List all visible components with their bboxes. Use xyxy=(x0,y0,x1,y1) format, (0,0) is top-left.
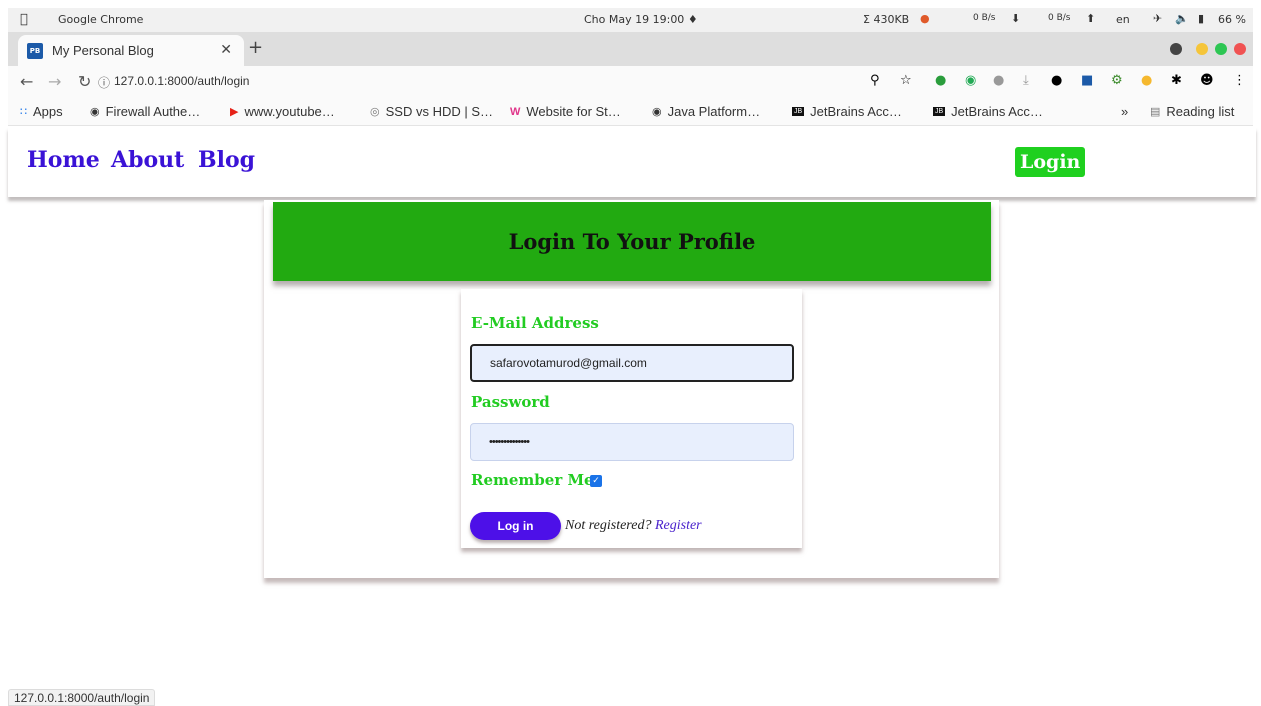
bookmark-star-icon[interactable]: ☆ xyxy=(900,73,912,88)
nav-home-link[interactable]: Home xyxy=(27,147,100,173)
bookmark-firewall[interactable]: ◉ Firewall Authe… xyxy=(90,104,200,119)
browser-tab[interactable]: PB My Personal Blog ✕ xyxy=(18,35,244,66)
email-label: E-Mail Address xyxy=(471,314,599,332)
status-bar-url: 127.0.0.1:8000/auth/login xyxy=(8,689,156,706)
avatar[interactable]: ☻ xyxy=(1200,73,1214,88)
language-indicator[interactable]: en xyxy=(1116,13,1130,26)
email-field[interactable]: safarovotamurod@gmail.com xyxy=(470,344,794,382)
browser-toolbar: ← → ↻ ⓘ 127.0.0.1:8000/auth/login ⚲ ☆ ● … xyxy=(8,66,1253,98)
bookmark-label: Firewall Authe… xyxy=(105,104,201,119)
battery-icon[interactable]: ▮ xyxy=(1198,12,1204,25)
datetime-text: Cho May 19 19:00 xyxy=(584,13,685,26)
close-tab-icon[interactable]: ✕ xyxy=(220,42,232,58)
active-app-name[interactable]: Google Chrome xyxy=(58,13,143,26)
os-top-bar:  Google Chrome Cho May 19 19:00 ♦ Σ 430… xyxy=(8,8,1253,32)
youtube-icon: ▶ xyxy=(230,106,239,118)
airplane-icon[interactable]: ✈ xyxy=(1153,12,1162,25)
login-submit-button[interactable]: Log in xyxy=(470,512,561,540)
bookmark-label: JetBrains Acc… xyxy=(810,104,902,119)
site-navbar: Home About Blog Login xyxy=(8,127,1256,197)
grammarly-icon[interactable]: ◉ xyxy=(965,73,976,88)
password-field[interactable]: •••••••••••••• xyxy=(470,423,794,461)
jetbrains-icon: JB xyxy=(792,107,805,116)
network-down-speed: 0 B/s xyxy=(1048,13,1071,23)
apple-icon[interactable]:  xyxy=(20,12,28,27)
bookmark-label: SSD vs HDD | S… xyxy=(385,104,493,119)
bookmark-java[interactable]: ◉ Java Platform… xyxy=(652,104,760,119)
nav-login-button[interactable]: Login xyxy=(1015,147,1086,177)
password-label: Password xyxy=(471,393,550,411)
globe-icon: ◉ xyxy=(652,106,662,118)
extension-icon[interactable]: ● xyxy=(1141,73,1152,88)
register-link[interactable]: Register xyxy=(655,518,702,533)
maximize-button[interactable] xyxy=(1215,43,1227,55)
forward-arrow-icon[interactable]: → xyxy=(48,72,61,91)
page-title: Login To Your Profile xyxy=(508,229,756,254)
bookmark-jetbrains-1[interactable]: JB JetBrains Acc… xyxy=(792,104,902,119)
apps-grid-icon: ∷ xyxy=(20,106,27,118)
address-bar[interactable]: 127.0.0.1:8000/auth/login xyxy=(114,74,249,88)
minimize-button[interactable] xyxy=(1196,43,1208,55)
arrow-up-icon: ⬆ xyxy=(1086,12,1096,25)
not-registered-text: Not registered? Register xyxy=(565,518,702,534)
volume-icon[interactable]: 🔈 xyxy=(1175,12,1189,25)
favicon-icon: PB xyxy=(27,42,43,59)
download-icon[interactable]: ⤓ xyxy=(1023,73,1029,88)
network-up-speed: 0 B/s xyxy=(973,13,996,23)
extension-icon[interactable]: ■ xyxy=(1081,73,1093,88)
bell-icon: ♦ xyxy=(687,13,698,26)
browser-tab-strip: PB My Personal Blog ✕ + xyxy=(8,32,1253,66)
tab-title: My Personal Blog xyxy=(52,43,154,58)
bookmark-youtube[interactable]: ▶ www.youtube… xyxy=(230,104,335,119)
bookmark-ssd[interactable]: ◎ SSD vs HDD | S… xyxy=(370,104,493,119)
login-form: E-Mail Address safarovotamurod@gmail.com… xyxy=(461,289,802,548)
reading-list-icon: ▤ xyxy=(1150,106,1161,118)
new-tab-plus-icon[interactable]: + xyxy=(248,37,263,58)
arrow-down-icon: ⬇ xyxy=(1011,12,1021,25)
nav-about-link[interactable]: About xyxy=(111,147,184,173)
bookmark-jetbrains-2[interactable]: JB JetBrains Acc… xyxy=(933,104,1043,119)
back-arrow-icon[interactable]: ← xyxy=(20,72,33,91)
bookmark-label: Apps xyxy=(33,104,63,119)
w-logo-icon: W xyxy=(510,105,521,118)
menu-dots-icon[interactable]: ⋮ xyxy=(1233,73,1246,88)
bookmark-label: www.youtube… xyxy=(244,104,335,119)
disk-icon: ◎ xyxy=(370,106,380,118)
key-icon[interactable]: ⚲ xyxy=(870,73,880,88)
extension-icon[interactable]: ● xyxy=(935,73,946,88)
reading-list-button[interactable]: ▤ Reading list xyxy=(1150,104,1234,119)
bookmark-website[interactable]: W Website for St… xyxy=(510,104,621,119)
extension-icon[interactable]: ● xyxy=(993,73,1004,88)
remember-me-checkbox[interactable]: ✓ xyxy=(590,475,602,487)
reload-icon[interactable]: ↻ xyxy=(78,72,91,91)
bookmark-label: Java Platform… xyxy=(667,104,761,119)
reading-list-label: Reading list xyxy=(1166,104,1235,119)
close-window-button[interactable] xyxy=(1234,43,1246,55)
remember-me-label: Remember Me xyxy=(471,471,594,489)
bookmark-label: Website for St… xyxy=(526,104,621,119)
info-icon[interactable]: ⓘ xyxy=(98,74,110,91)
nav-blog-link[interactable]: Blog xyxy=(198,147,255,173)
globe-icon: ◉ xyxy=(90,106,100,118)
puzzle-icon[interactable]: ✱ xyxy=(1171,73,1182,88)
login-header: Login To Your Profile xyxy=(273,202,991,281)
chrome-menu-circle-icon[interactable] xyxy=(1170,43,1182,55)
battery-percent: 66 % xyxy=(1218,13,1246,26)
bookmarks-bar: ∷ Apps ◉ Firewall Authe… ▶ www.youtube… ◎ SS… xyxy=(8,98,1253,126)
jetbrains-icon: JB xyxy=(933,107,946,116)
bookmark-apps[interactable]: ∷ Apps xyxy=(20,104,63,119)
bookmark-label: JetBrains Acc… xyxy=(951,104,1043,119)
indicator-icon[interactable]: ● xyxy=(920,12,930,25)
clock[interactable]: Cho May 19 19:00 ♦ xyxy=(584,13,698,26)
extension-icon[interactable]: ● xyxy=(1051,73,1062,88)
network-total[interactable]: Σ 430KB xyxy=(863,13,909,26)
not-registered-label: Not registered? xyxy=(565,518,652,533)
more-bookmarks-chevron-icon[interactable]: » xyxy=(1121,104,1128,119)
gear-icon[interactable]: ⚙ xyxy=(1111,73,1123,88)
